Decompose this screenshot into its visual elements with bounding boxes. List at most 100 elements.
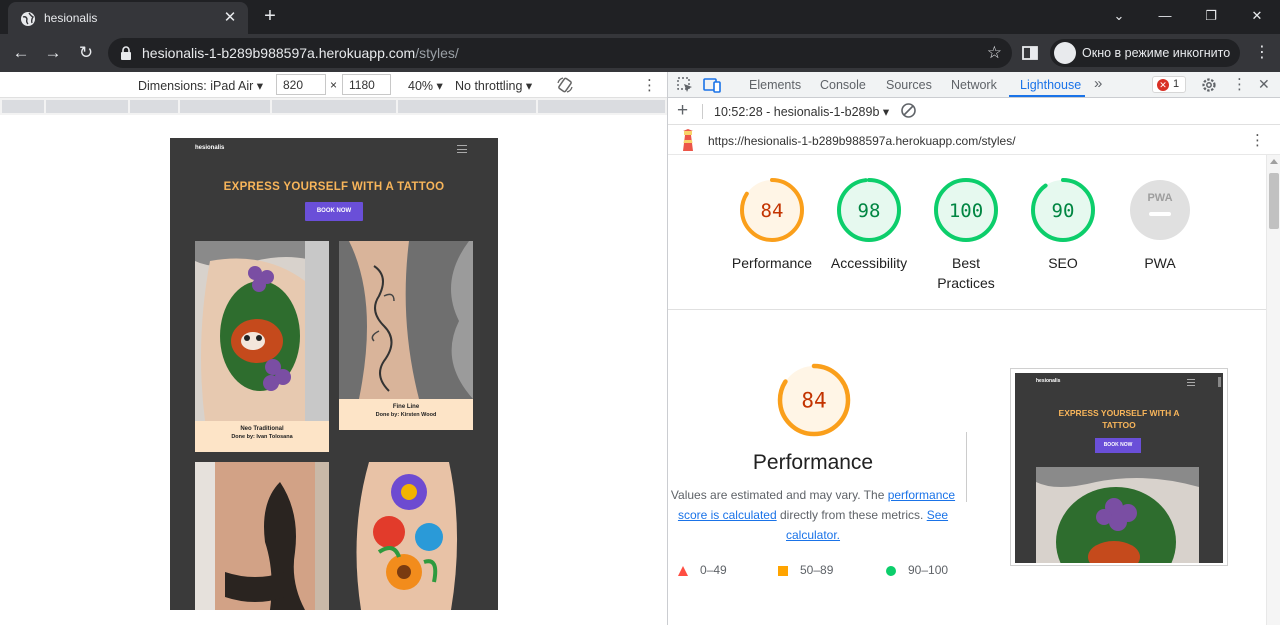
report-url[interactable]: https://hesionalis-1-b289b988597a.heroku… xyxy=(708,134,1016,148)
report-scrollbar[interactable] xyxy=(1266,155,1280,625)
gauge-pwa[interactable]: PWA PWA xyxy=(1110,177,1210,273)
tab-console[interactable]: Console xyxy=(820,78,866,92)
scroll-up-arrow-icon[interactable] xyxy=(1270,159,1278,164)
dimension-separator: × xyxy=(330,78,338,92)
tab-close-icon[interactable]: ✕ xyxy=(220,8,240,28)
legend-fail: 0–49 xyxy=(678,563,727,577)
minimize-button[interactable]: — xyxy=(1152,4,1178,28)
zoom-selector[interactable]: 40% ▾ xyxy=(408,78,443,93)
gauge-ring: 100 xyxy=(934,178,998,242)
media-query-bar[interactable] xyxy=(0,98,667,115)
incognito-label: Окно в режиме инкогнито xyxy=(1082,46,1231,60)
gauge-performance[interactable]: 84 Performance xyxy=(722,177,822,273)
media-query-segment[interactable] xyxy=(130,100,178,113)
width-input[interactable]: 820 xyxy=(276,74,326,95)
emulated-page[interactable]: hesionalis EXPRESS YOURSELF WITH A TATTO… xyxy=(170,138,498,610)
zoom-value: 40% xyxy=(408,79,434,93)
book-now-button[interactable]: BOOK NOW xyxy=(305,202,363,221)
restore-button[interactable]: ❐ xyxy=(1198,4,1224,28)
screenshot-scrollbar xyxy=(1218,377,1221,387)
devtools-tabbar: Elements Console Sources Network Lightho… xyxy=(668,72,1280,98)
desc-text: directly from these metrics. xyxy=(776,508,927,522)
legend-average: 50–89 xyxy=(778,563,833,577)
device-selector[interactable]: Dimensions: iPad Air ▾ xyxy=(138,78,263,93)
settings-gear-icon[interactable] xyxy=(1200,76,1218,94)
gallery-card[interactable]: Fine Line Done by: Kirsten Wood xyxy=(339,241,473,430)
pwa-badge-text: PWA xyxy=(1147,192,1172,204)
rotate-icon[interactable] xyxy=(556,76,574,94)
screenshot-hamburger-icon xyxy=(1187,379,1195,386)
gauge-label: Performance xyxy=(731,255,813,271)
screenshot-hero-title: EXPRESS YOURSELF WITH A TATTOO xyxy=(1058,408,1180,430)
url-text: hesionalis-1-b289b988597a.herokuapp.com/… xyxy=(142,45,459,61)
media-query-segment[interactable] xyxy=(398,100,536,113)
tattoo-image-tribal xyxy=(195,462,329,610)
gauge-best-practices[interactable]: 100 Best Practices xyxy=(916,177,1016,293)
lighthouse-toolbar: + 10:52:28 - hesionalis-1-b289b ▾ xyxy=(668,98,1280,125)
gauge-score: 98 xyxy=(858,200,881,222)
back-button[interactable]: ← xyxy=(8,40,34,66)
close-window-button[interactable]: ✕ xyxy=(1244,4,1270,28)
hamburger-menu-icon[interactable] xyxy=(457,145,467,153)
tattoo-image-fine-line xyxy=(339,241,473,399)
card-artist: Done by: Kirsten Wood xyxy=(375,412,437,418)
device-toggle-icon[interactable] xyxy=(703,76,721,94)
device-label: Dimensions: iPad Air xyxy=(138,79,254,93)
reload-button[interactable]: ↻ xyxy=(73,40,99,66)
media-query-segment[interactable] xyxy=(538,100,665,113)
clear-icon[interactable] xyxy=(900,102,917,119)
gauge-ring: 98 xyxy=(837,178,901,242)
performance-big-gauge: 84 xyxy=(777,363,851,437)
performance-title: Performance xyxy=(752,451,874,474)
square-icon xyxy=(778,565,788,576)
tab-network[interactable]: Network xyxy=(951,78,997,92)
tab-search-icon[interactable]: ⌄ xyxy=(1106,4,1132,28)
card-style: Fine Line xyxy=(392,404,420,410)
throttling-value: No throttling xyxy=(455,79,523,93)
more-tabs-icon[interactable]: » xyxy=(1094,75,1102,92)
gallery-card[interactable] xyxy=(195,462,329,610)
gallery-card[interactable] xyxy=(339,462,473,610)
address-bar[interactable]: hesionalis-1-b289b988597a.herokuapp.com/… xyxy=(108,38,1012,68)
incognito-indicator[interactable]: Окно в режиме инкогнито xyxy=(1050,39,1240,67)
gallery-card[interactable]: Neo Traditional Done by: Ivan Tolosana xyxy=(195,241,329,452)
bookmark-star-icon[interactable]: ☆ xyxy=(987,43,1002,63)
legend-range: 0–49 xyxy=(700,563,727,577)
forward-button[interactable]: → xyxy=(40,40,66,66)
media-query-segment[interactable] xyxy=(272,100,396,113)
throttling-selector[interactable]: No throttling ▾ xyxy=(455,78,532,93)
gauge-score: 90 xyxy=(1052,200,1075,222)
media-query-segment[interactable] xyxy=(2,100,44,113)
side-panel-icon[interactable] xyxy=(1020,43,1040,63)
browser-tab[interactable]: hesionalis ✕ xyxy=(8,2,248,34)
report-selector[interactable]: 10:52:28 - hesionalis-1-b289b ▾ xyxy=(714,104,889,119)
devtools-menu-icon[interactable]: ⋮ xyxy=(1232,75,1247,93)
gauge-seo[interactable]: 90 SEO xyxy=(1013,177,1113,273)
score-gauges: 84 Performance 98 Accessibility 100 Best Pr… xyxy=(668,155,1266,310)
tab-lighthouse[interactable]: Lighthouse xyxy=(1020,78,1081,92)
new-tab-button[interactable]: + xyxy=(258,5,282,29)
screenshot-tattoo-image xyxy=(1036,467,1199,563)
report-menu-icon[interactable]: ⋮ xyxy=(1250,131,1265,149)
close-devtools-icon[interactable]: ✕ xyxy=(1258,76,1270,93)
inspect-element-icon[interactable] xyxy=(676,76,694,94)
error-count: 1 xyxy=(1173,78,1180,90)
device-toolbar-menu-icon[interactable]: ⋮ xyxy=(642,76,657,94)
new-report-button[interactable]: + xyxy=(677,100,688,122)
height-input[interactable]: 1180 xyxy=(342,74,391,95)
tab-sources[interactable]: Sources xyxy=(886,78,932,92)
error-counter[interactable]: ✕ 1 xyxy=(1152,76,1186,93)
scrollbar-thumb[interactable] xyxy=(1269,173,1279,229)
tab-elements[interactable]: Elements xyxy=(749,78,801,92)
browser-menu-icon[interactable]: ⋮ xyxy=(1252,43,1272,63)
gauge-fill xyxy=(1130,180,1190,240)
site-logo[interactable]: hesionalis xyxy=(195,145,224,151)
card-style: Neo Traditional xyxy=(240,426,284,432)
report-url-bar: https://hesionalis-1-b289b988597a.heroku… xyxy=(668,125,1280,155)
gauge-accessibility[interactable]: 98 Accessibility xyxy=(819,177,919,273)
performance-section: 84 Performance Values are estimated and … xyxy=(668,310,1266,625)
legend-range: 50–89 xyxy=(800,563,834,577)
media-query-segment[interactable] xyxy=(46,100,128,113)
media-query-segment[interactable] xyxy=(180,100,270,113)
tattoo-image-neo-traditional xyxy=(195,241,329,421)
